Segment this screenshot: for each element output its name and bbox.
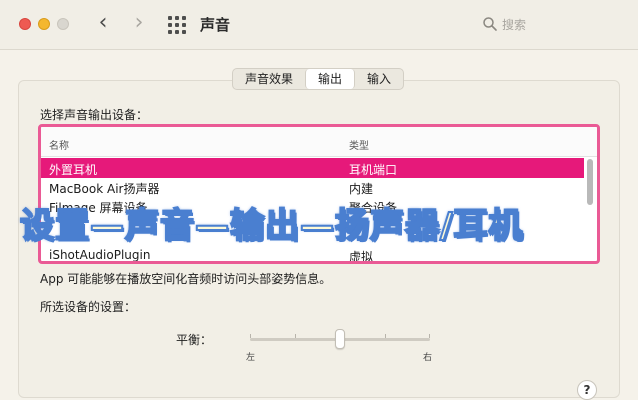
slider-tick (429, 334, 430, 338)
device-row-headphones[interactable]: 外置耳机 耳机端口 (41, 158, 584, 178)
output-device-label: 选择声音输出设备： (40, 108, 149, 122)
tab-bar: 声音效果 输出 输入 (232, 68, 405, 90)
spatial-audio-info: App 可能能够在播放空间化音频时访问头部姿势信息。 (40, 272, 332, 286)
balance-label: 平衡： (176, 333, 213, 347)
show-all-grid-icon[interactable] (168, 16, 186, 34)
tab-output[interactable]: 输出 (305, 69, 356, 89)
tab-sound-effects[interactable]: 声音效果 (233, 69, 305, 89)
slider-tick (295, 334, 296, 338)
column-header-name[interactable]: 名称 (49, 137, 69, 152)
column-header-type[interactable]: 类型 (349, 137, 369, 152)
search-input[interactable] (502, 15, 618, 35)
table-header: 名称 类型 (41, 127, 597, 157)
device-type: 耳机端口 (349, 163, 398, 177)
close-window-button[interactable] (19, 18, 31, 30)
window-title: 声音 (200, 16, 231, 34)
slider-tick (385, 334, 386, 338)
device-type: 虚拟 (349, 250, 374, 264)
balance-left-label: 左 (246, 353, 256, 363)
search-icon (483, 17, 497, 31)
device-row-macbook-speakers[interactable]: MacBook Air扬声器 内建 (41, 177, 584, 197)
search-box[interactable] (478, 13, 624, 37)
device-type: 内建 (349, 182, 374, 196)
forward-button[interactable]: › (128, 12, 150, 36)
overlay-banner-text: 设置—声音—输出—扬声器/耳机 (19, 205, 524, 247)
balance-slider-thumb[interactable] (335, 329, 345, 349)
slider-tick (250, 334, 251, 338)
tab-input[interactable]: 输入 (355, 69, 403, 89)
help-button[interactable]: ? (577, 380, 597, 400)
device-name: MacBook Air扬声器 (49, 182, 160, 196)
device-settings-label: 所选设备的设置： (40, 300, 137, 314)
title-bar: ‹ › 声音 (0, 0, 638, 50)
balance-right-label: 右 (423, 353, 433, 363)
back-button[interactable]: ‹ (92, 12, 114, 36)
device-name: 外置耳机 (49, 163, 98, 177)
zoom-window-button[interactable] (57, 18, 69, 30)
minimize-window-button[interactable] (38, 18, 50, 30)
device-name: iShotAudioPlugin (49, 248, 151, 262)
